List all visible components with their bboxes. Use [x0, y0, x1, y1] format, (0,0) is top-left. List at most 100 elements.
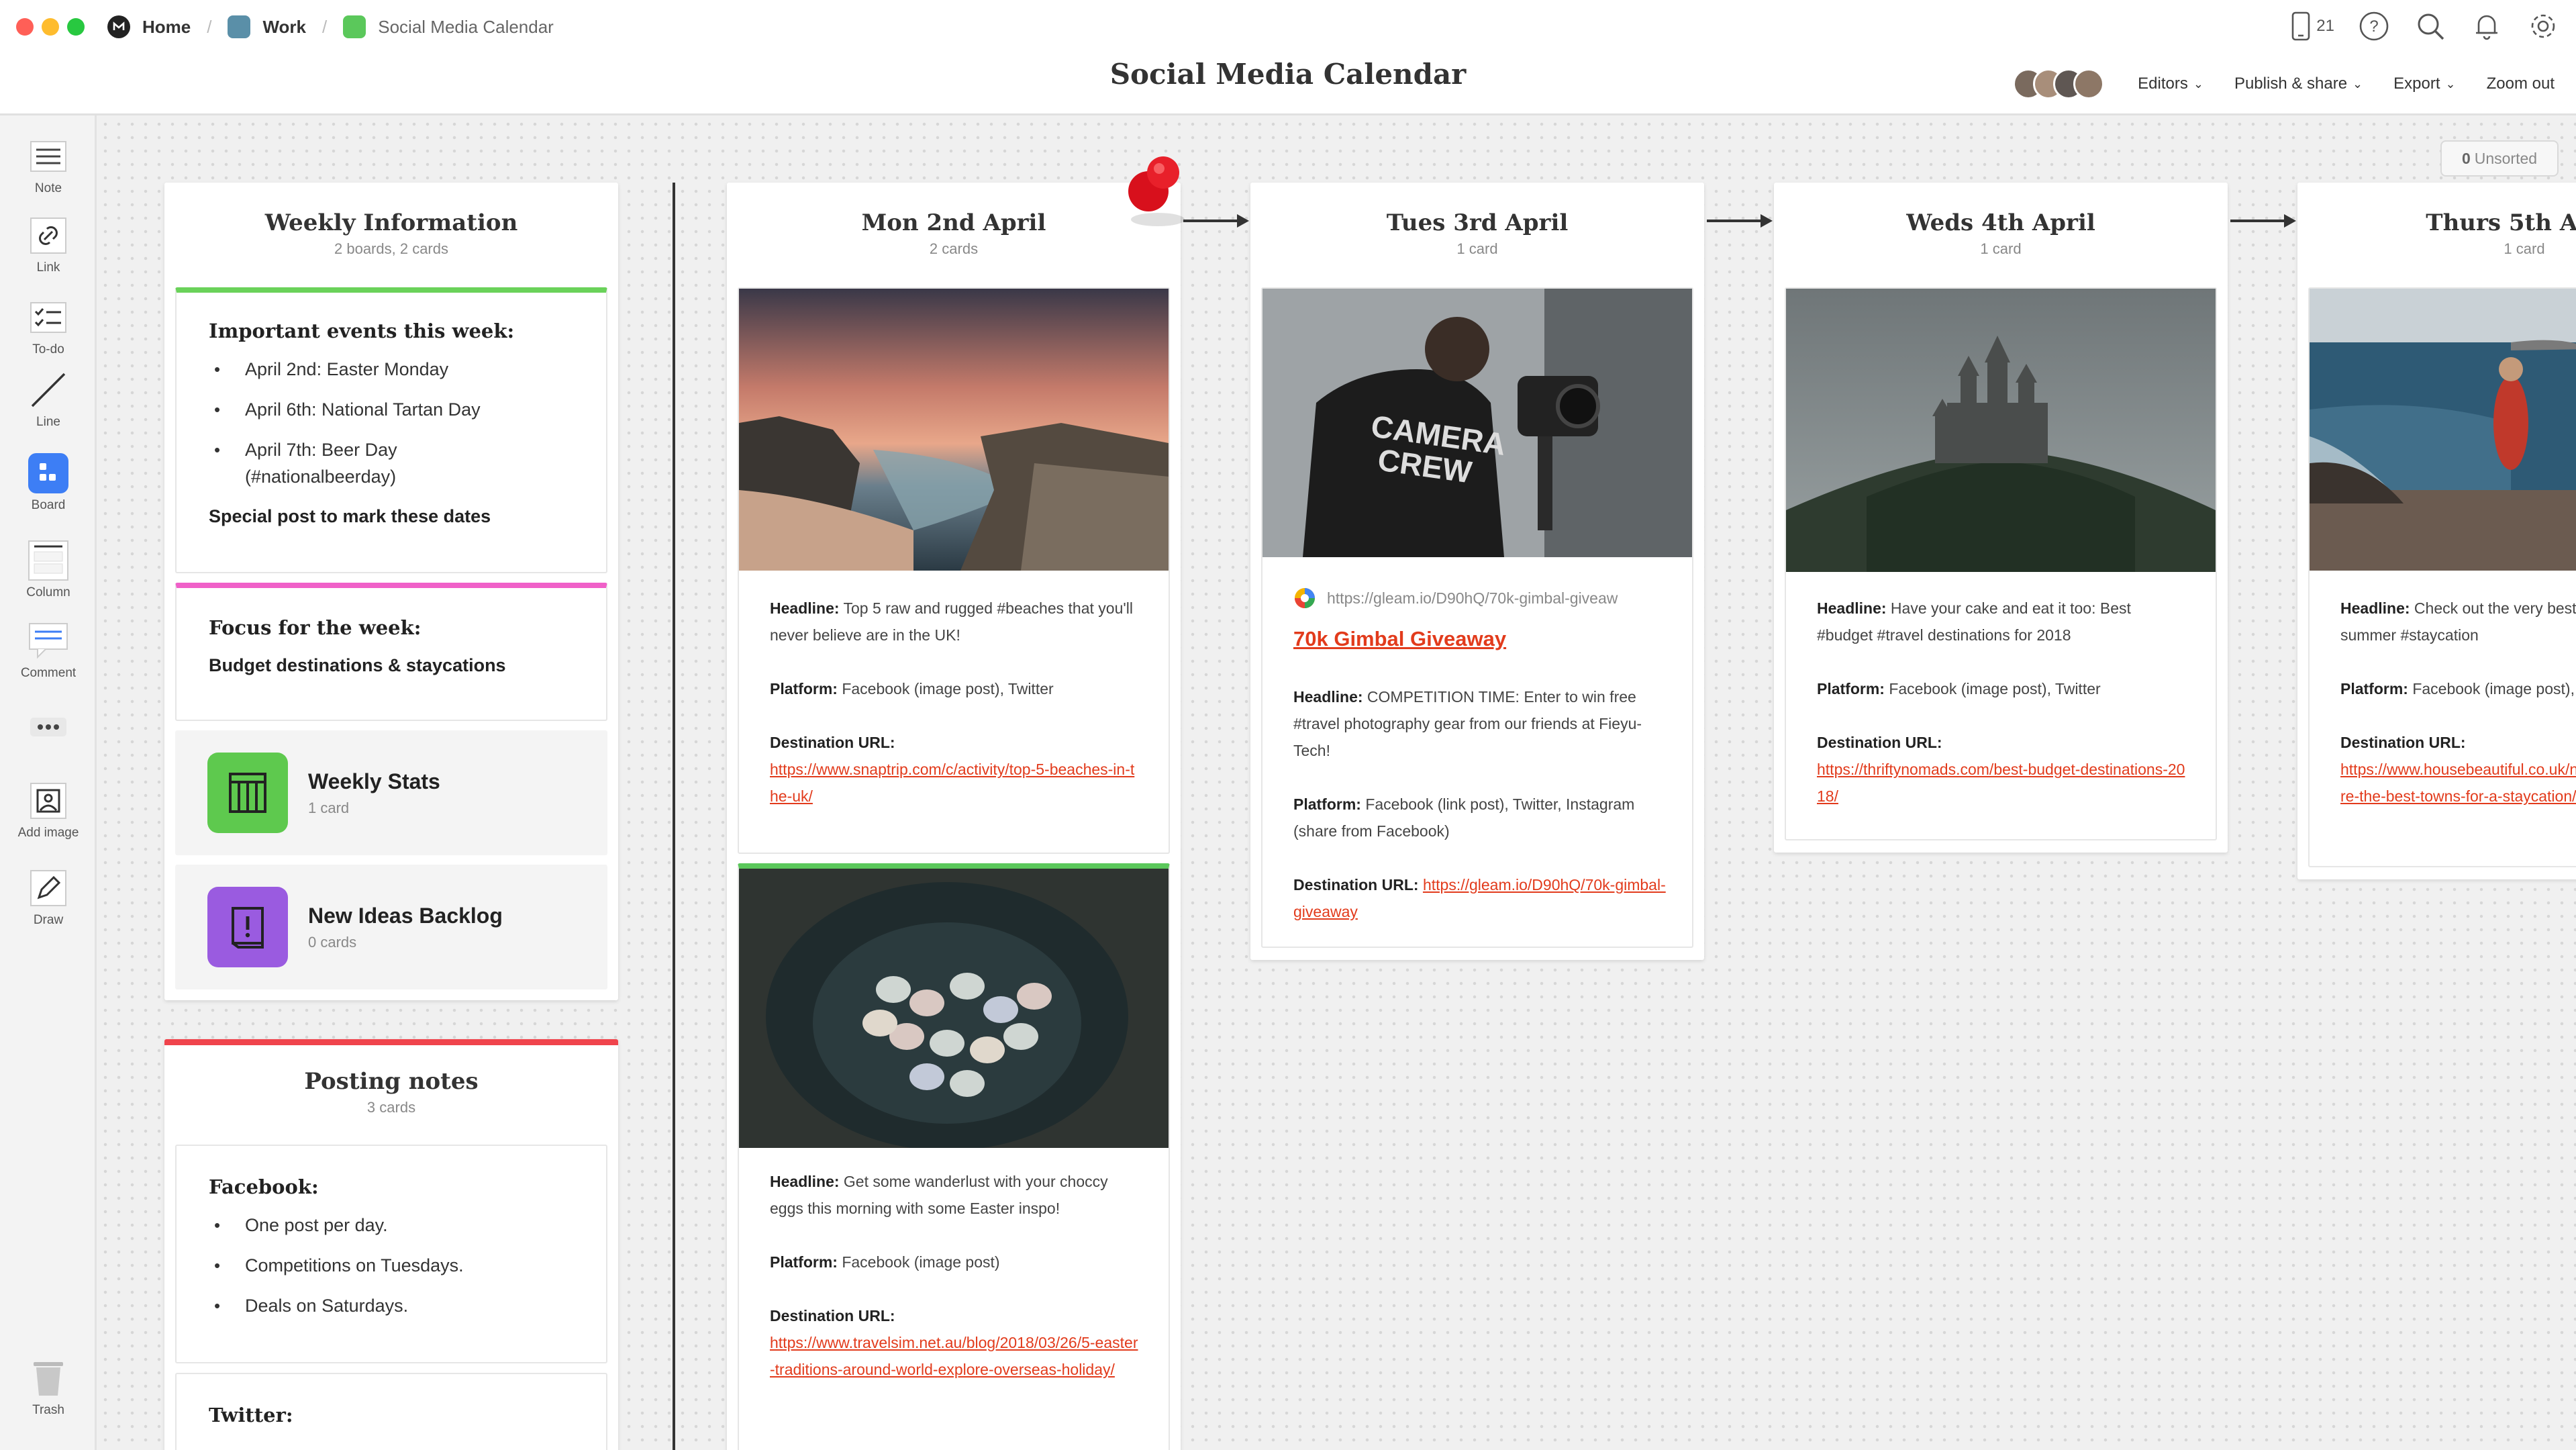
connector-arrow — [2230, 213, 2297, 232]
list-item: Competitions on Tuesdays. — [209, 1252, 606, 1279]
zoom-out-button[interactable]: Zoom out — [2487, 75, 2555, 93]
calendar-board-icon — [343, 15, 366, 38]
destination-link[interactable]: https://www.housebeautiful.co.uk/news/a2… — [2340, 756, 2576, 810]
divider-line — [673, 183, 675, 1450]
post-details: Headline: COMPETITION TIME: Enter to win… — [1293, 688, 1666, 920]
comment-icon — [28, 620, 69, 662]
column-title: Weds 4th April — [1906, 209, 2095, 236]
facebook-notes-card[interactable]: Facebook: One post per day. Competitions… — [175, 1145, 607, 1363]
export-menu[interactable]: Export ⌄ — [2393, 75, 2455, 93]
backlog-board-icon — [207, 887, 288, 967]
board-card-count: 1 card — [308, 799, 350, 816]
tool-todo[interactable]: To-do — [0, 297, 97, 357]
day-column-thu[interactable]: Thurs 5th April 1 card Headline: Check — [2297, 183, 2576, 879]
breadcrumb-separator: / — [207, 16, 212, 37]
draw-icon — [28, 867, 69, 909]
post-platform: Facebook (image post), Twitter — [2412, 680, 2576, 697]
focus-card[interactable]: Focus for the week: Budget destinations … — [175, 583, 607, 721]
day-column-tue[interactable]: Tues 3rd April 1 card CAMERA CREW https:… — [1250, 183, 1704, 960]
list-item: April 6th: National Tartan Day — [209, 396, 606, 423]
facebook-rules-list: One post per day. Competitions on Tuesda… — [209, 1212, 606, 1319]
column-title: Thurs 5th April — [2426, 209, 2576, 236]
column-title: Mon 2nd April — [861, 209, 1046, 236]
new-ideas-backlog-board[interactable]: New Ideas Backlog 0 cards — [175, 865, 607, 989]
search-icon[interactable] — [2414, 9, 2447, 43]
important-events-card[interactable]: Important events this week: April 2nd: E… — [175, 287, 607, 573]
milanote-logo-icon — [107, 15, 130, 38]
post-platform: Facebook (image post) — [842, 1253, 1000, 1271]
breadcrumb-home[interactable]: Home — [107, 15, 191, 38]
todo-icon — [28, 297, 69, 338]
publish-share-menu[interactable]: Publish & share ⌄ — [2234, 75, 2363, 93]
card-heading: Facebook: — [209, 1175, 319, 1198]
header-menu: Editors ⌄ Publish & share ⌄ Export ⌄ Zoom o… — [2013, 68, 2555, 99]
breadcrumb-separator: / — [322, 16, 328, 37]
trash-button[interactable]: Trash — [0, 1357, 97, 1418]
post-card[interactable]: Headline: Get some wanderlust with your … — [738, 863, 1170, 1450]
weekly-information-column[interactable]: Weekly Information 2 boards, 2 cards Imp… — [164, 183, 618, 1000]
breadcrumb-social-media-calendar[interactable]: Social Media Calendar — [343, 15, 554, 38]
maximize-window-button[interactable] — [67, 18, 85, 36]
twitter-notes-card[interactable]: Twitter: — [175, 1373, 607, 1450]
settings-icon[interactable] — [2526, 9, 2560, 43]
breadcrumb-work[interactable]: Work — [228, 15, 306, 38]
more-tools-button[interactable] — [0, 706, 97, 748]
editors-menu[interactable]: Editors ⌄ — [2138, 75, 2203, 93]
device-counter[interactable]: 21 — [2291, 11, 2334, 41]
post-details: Headline: Have your cake and eat it too:… — [1817, 595, 2190, 810]
post-details: Headline: Check out the very best towns … — [2340, 595, 2576, 810]
phone-icon — [2291, 11, 2310, 41]
editor-avatars[interactable] — [2013, 68, 2105, 99]
column-subtitle: 1 card — [1980, 240, 2022, 257]
post-card[interactable]: Headline: Top 5 raw and rugged #beaches … — [738, 287, 1170, 854]
tool-add-image[interactable]: Add image — [0, 780, 97, 840]
link-preview-title[interactable]: 70k Gimbal Giveaway — [1293, 627, 1506, 651]
focus-text: Budget destinations & staycations — [209, 655, 506, 675]
beach-cliffs-photo — [739, 289, 1169, 571]
card-heading: Focus for the week: — [209, 616, 422, 639]
weekly-stats-board[interactable]: Weekly Stats 1 card — [175, 730, 607, 855]
post-platform: Facebook (image post), Twitter — [842, 680, 1054, 697]
breadcrumb: Home / Work / Social Media Calendar — [107, 12, 554, 42]
unsorted-button[interactable]: 0 Unsorted — [2440, 140, 2559, 177]
notifications-icon[interactable] — [2470, 9, 2504, 43]
board-title: Weekly Stats — [308, 769, 440, 793]
tool-link[interactable]: Link — [0, 215, 97, 275]
tool-comment[interactable]: Comment — [0, 620, 97, 681]
connector-arrow — [1183, 213, 1250, 232]
post-card[interactable]: Headline: Have your cake and eat it too:… — [1785, 287, 2217, 840]
board-icon — [28, 452, 69, 494]
column-title: Posting notes — [304, 1068, 479, 1095]
connector-arrow — [1707, 213, 1774, 232]
top-right-icons: 21 ? — [2291, 9, 2560, 43]
pin-icon[interactable] — [1126, 155, 1193, 229]
minimize-window-button[interactable] — [42, 18, 59, 36]
board-canvas[interactable]: 0 Unsorted Weekly Information 2 boards, … — [99, 117, 2576, 1450]
left-toolbar: Note Link To-do Line Board Column Commen… — [0, 115, 97, 1450]
destination-link[interactable]: https://www.snaptrip.com/c/activity/top-… — [770, 756, 1143, 810]
destination-link[interactable]: https://thriftynomads.com/best-budget-de… — [1817, 756, 2190, 810]
window-controls — [16, 18, 85, 36]
column-subtitle: 2 cards — [929, 240, 979, 257]
tool-column[interactable]: Column — [0, 540, 97, 600]
tool-draw[interactable]: Draw — [0, 867, 97, 928]
post-platform: Facebook (image post), Twitter — [1889, 680, 2101, 697]
list-item: Deals on Saturdays. — [209, 1292, 606, 1319]
post-card[interactable]: Headline: Check out the very best towns … — [2308, 287, 2576, 867]
list-item: April 2nd: Easter Monday — [209, 356, 606, 383]
link-preview-url[interactable]: https://gleam.io/D90hQ/70k-gimbal-giveaw — [1293, 587, 1618, 610]
more-icon — [28, 706, 69, 748]
posting-notes-column[interactable]: Posting notes 3 cards Facebook: One post… — [164, 1039, 618, 1450]
day-column-mon[interactable]: Mon 2nd April 2 cards Headline: Top 5 ra… — [727, 183, 1181, 1450]
tool-line[interactable]: Line — [0, 369, 97, 430]
list-item: One post per day. — [209, 1212, 606, 1239]
tool-note[interactable]: Note — [0, 136, 97, 196]
close-window-button[interactable] — [16, 18, 34, 36]
board-card-count: 0 cards — [308, 933, 357, 951]
unsorted-count: 0 — [2461, 149, 2471, 167]
tool-board[interactable]: Board — [0, 452, 97, 513]
help-icon[interactable]: ? — [2357, 9, 2391, 43]
day-column-wed[interactable]: Weds 4th April 1 card Headline: Have you… — [1774, 183, 2228, 853]
link-post-card[interactable]: CAMERA CREW https://gleam.io/D90hQ/70k-g… — [1261, 287, 1693, 948]
destination-link[interactable]: https://www.travelsim.net.au/blog/2018/0… — [770, 1329, 1143, 1383]
